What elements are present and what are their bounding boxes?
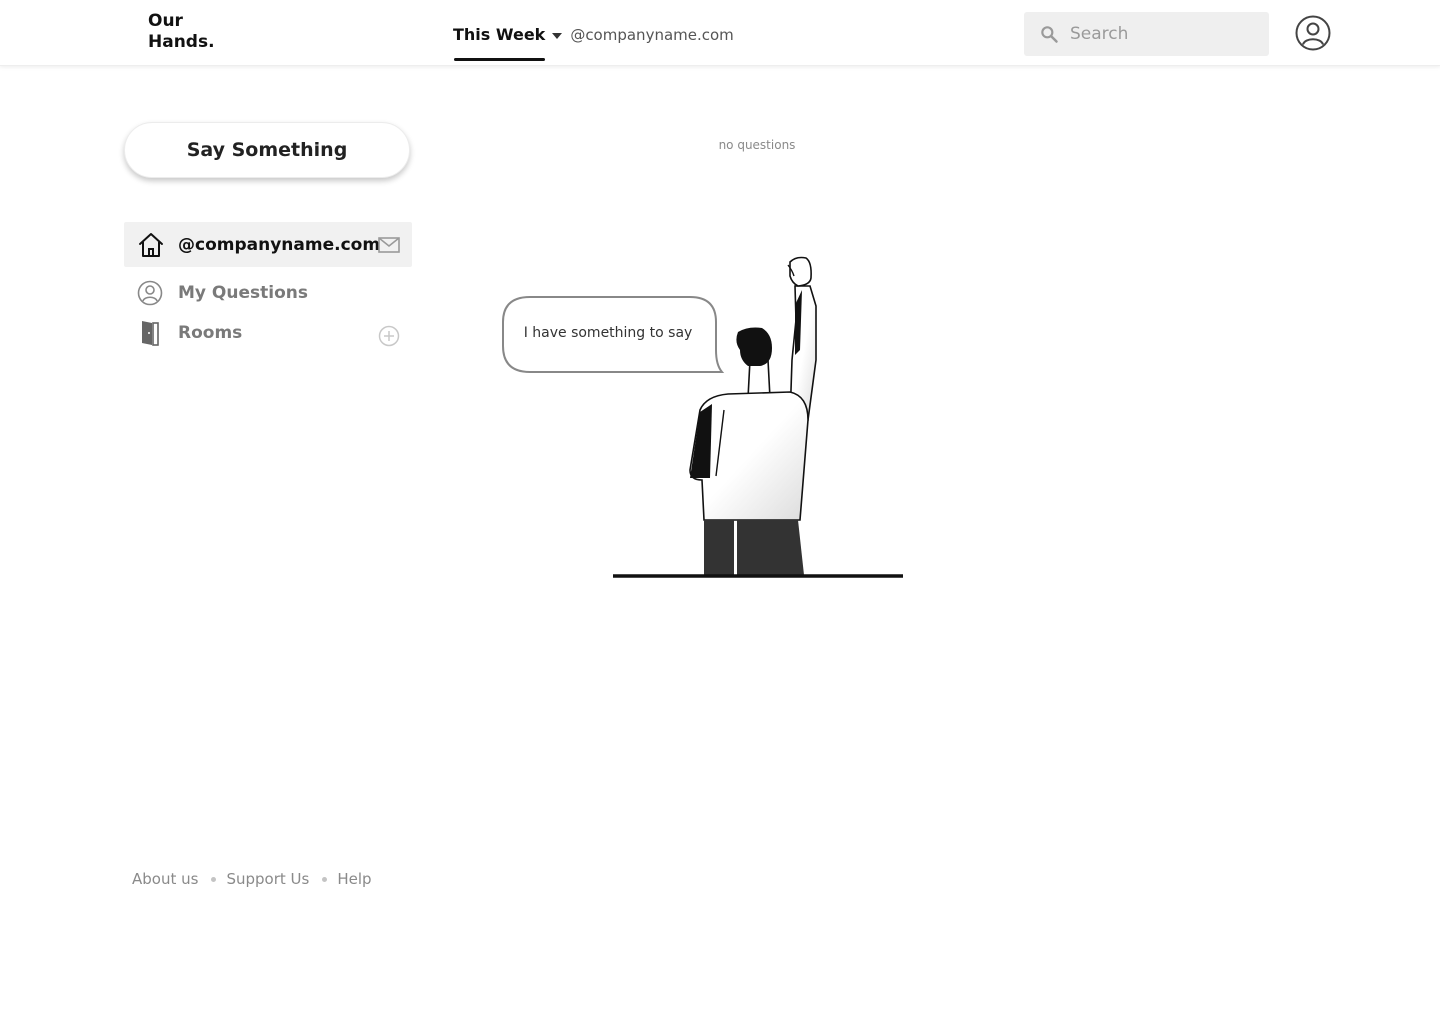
chevron-down-icon[interactable] [552, 33, 563, 39]
logo[interactable]: Our Hands. [148, 11, 215, 53]
footer-links: About us Support Us Help [132, 870, 372, 888]
search-input[interactable] [1070, 24, 1250, 44]
door-icon [142, 320, 159, 346]
account-avatar-icon[interactable] [1295, 15, 1331, 51]
search-box[interactable] [1024, 12, 1269, 56]
week-filter[interactable]: This Week @companyname.com [453, 24, 734, 66]
top-bar: Our Hands. This Week @companyname.com [0, 0, 1440, 66]
tab-this-week[interactable]: This Week [453, 24, 546, 62]
search-icon [1041, 26, 1058, 43]
mail-icon[interactable] [378, 236, 400, 253]
separator-dot [211, 876, 217, 882]
home-icon [139, 232, 163, 257]
footer-link-support[interactable]: Support Us [226, 870, 309, 888]
separator-dot [322, 876, 328, 882]
sidebar-item-label: My Questions [178, 282, 308, 303]
domain-label: @companyname.com [570, 26, 734, 44]
raised-hand-illustration [502, 256, 903, 578]
empty-state-text: no questions [718, 138, 796, 152]
sidebar-item-label: Rooms [178, 322, 243, 343]
user-circle-icon [137, 280, 163, 305]
footer-link-about[interactable]: About us [132, 870, 198, 888]
sidebar-item-domain[interactable]: @companyname.com [124, 222, 412, 267]
footer-link-help[interactable]: Help [337, 870, 371, 888]
logo-line-1: Our [148, 11, 183, 31]
say-something-button[interactable]: Say Something [124, 122, 410, 178]
speech-bubble-text: I have something to say [523, 325, 693, 341]
logo-line-2: Hands. [148, 32, 215, 52]
plus-circle-icon[interactable] [378, 325, 400, 347]
sidebar-item-my-questions[interactable]: My Questions [124, 270, 412, 315]
sidebar-item-rooms[interactable]: Rooms [124, 310, 412, 355]
sidebar-item-label: @companyname.com [178, 234, 381, 255]
